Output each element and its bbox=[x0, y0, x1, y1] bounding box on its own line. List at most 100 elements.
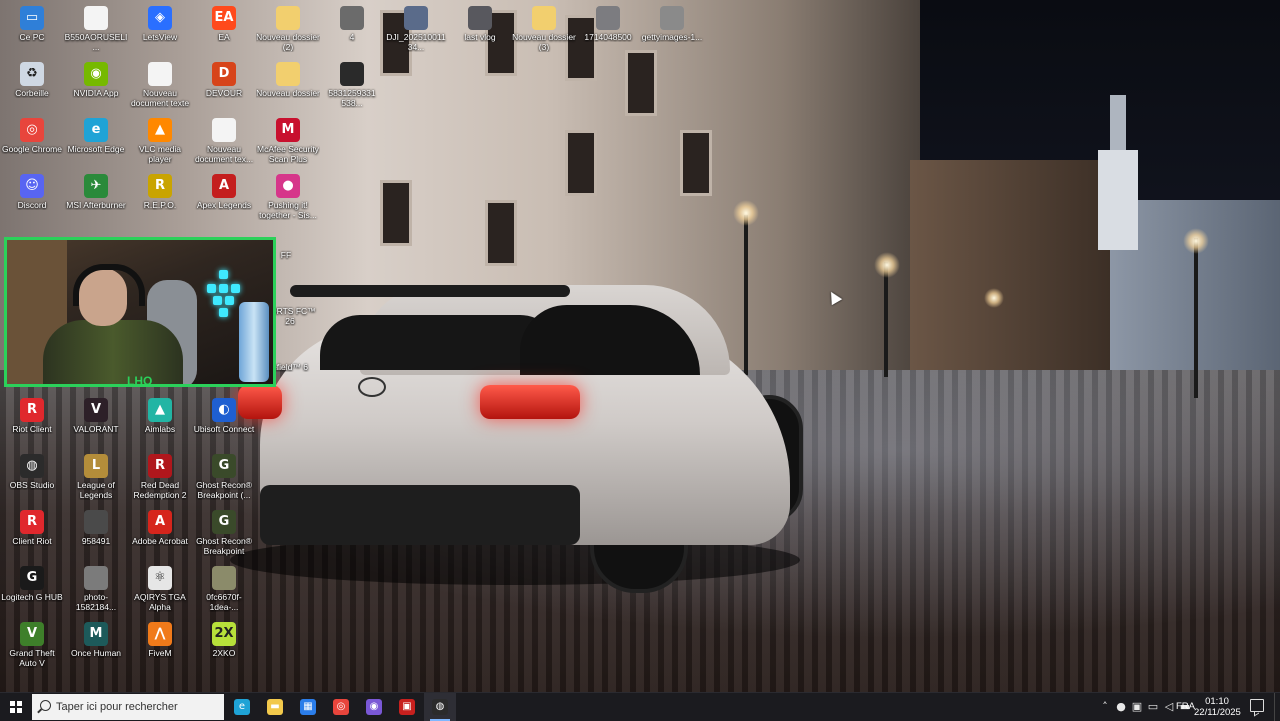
notification-center-icon[interactable] bbox=[1250, 699, 1264, 712]
desktop-icon[interactable]: EA EA bbox=[192, 2, 256, 58]
desktop-icon[interactable]: DJI_20251001134... bbox=[384, 2, 448, 58]
desktop-icon[interactable]: M Once Human bbox=[64, 618, 128, 674]
vlc-icon: ▲ bbox=[148, 118, 172, 142]
edge-icon: e bbox=[234, 699, 250, 715]
video-file-icon bbox=[468, 6, 492, 30]
image-file-icon bbox=[660, 6, 684, 30]
start-button[interactable] bbox=[0, 693, 32, 721]
hex-light-icon bbox=[231, 284, 240, 293]
desktop-icon[interactable]: ♻ Corbeille bbox=[0, 58, 64, 114]
desktop-icon[interactable]: ⚛ AQIRYS TGA Alpha bbox=[128, 562, 192, 618]
desktop-icon[interactable]: photo-1582184... bbox=[64, 562, 128, 618]
hex-light-icon bbox=[213, 296, 222, 305]
folder-icon: ▬ bbox=[267, 699, 283, 715]
desktop-icon[interactable]: D DEVOUR bbox=[192, 58, 256, 114]
desktop-icon[interactable]: G Ghost Recon® Breakpoint (... bbox=[192, 450, 256, 506]
wallpaper-building-right bbox=[910, 160, 1110, 380]
desktop-icon[interactable]: ▭ Ce PC bbox=[0, 2, 64, 58]
desktop-icon[interactable]: ● Pushing it! together - Sis... bbox=[256, 170, 320, 226]
desktop-icon[interactable]: 4 bbox=[320, 2, 384, 58]
desktop-icon[interactable]: V Grand Theft Auto V bbox=[0, 618, 64, 674]
taskbar-app-chrome[interactable]: ◎ bbox=[325, 693, 357, 721]
desktop-icon[interactable]: e Microsoft Edge bbox=[64, 114, 128, 170]
desktop-icon[interactable]: R Riot Client bbox=[0, 394, 64, 450]
desktop-icon-label: Riot Client bbox=[12, 424, 52, 434]
desktop-icon[interactable]: ◐ Ubisoft Connect bbox=[192, 394, 256, 450]
hex-light-icon bbox=[219, 308, 228, 317]
desktop-icon[interactable]: 0fc6670f-1dea-... bbox=[192, 562, 256, 618]
taskbar-app-file-explorer[interactable]: ▬ bbox=[259, 693, 291, 721]
desktop-icon[interactable]: ◉ NVIDIA App bbox=[64, 58, 128, 114]
webcam-logo-tag: LHO bbox=[127, 374, 153, 387]
language-indicator[interactable]: FRA bbox=[1176, 701, 1195, 712]
desktop-icon[interactable]: G Logitech G HUB bbox=[0, 562, 64, 618]
show-desktop-button[interactable] bbox=[1274, 693, 1280, 721]
desktop-icon[interactable]: Nouveau dossier bbox=[256, 58, 320, 114]
chevron-up-icon[interactable]: ˄ bbox=[1098, 700, 1112, 714]
ghost-recon-icon: G bbox=[212, 454, 236, 478]
desktop-icon[interactable]: ▲ Aimlabs bbox=[128, 394, 192, 450]
desktop-icon-label: Client Riot bbox=[12, 536, 52, 546]
desktop-icon-label: gettyimages-1... bbox=[641, 32, 703, 42]
desktop-icon-label: OBS Studio bbox=[9, 480, 55, 490]
taskbar-app-obs[interactable]: ◍ bbox=[424, 693, 456, 721]
desktop-icon[interactable]: A Adobe Acrobat bbox=[128, 506, 192, 562]
document-icon bbox=[84, 6, 108, 30]
taskbar-search-box[interactable] bbox=[32, 694, 224, 720]
desktop-icon-label: Microsoft Edge bbox=[67, 144, 125, 154]
desktop-icon[interactable]: 2X 2XKO bbox=[192, 618, 256, 674]
ubisoft-icon: ◐ bbox=[212, 398, 236, 422]
desktop-icon-label: Grand Theft Auto V bbox=[9, 648, 55, 668]
desktop-icon[interactable]: V VALORANT bbox=[64, 394, 128, 450]
desktop-icon[interactable]: ◎ Google Chrome bbox=[0, 114, 64, 170]
desktop-icon[interactable]: ▲ VLC media player bbox=[128, 114, 192, 170]
taskbar-app-edge[interactable]: e bbox=[226, 693, 258, 721]
desktop-icon[interactable]: G Ghost Recon® Breakpoint bbox=[192, 506, 256, 562]
desktop-icon[interactable]: R Red Dead Redemption 2 bbox=[128, 450, 192, 506]
letsview-icon: ◈ bbox=[148, 6, 172, 30]
microphone-icon[interactable]: ● bbox=[1114, 700, 1128, 714]
desktop-icon[interactable]: gettyimages-1... bbox=[640, 2, 704, 58]
store-icon: ▦ bbox=[300, 699, 316, 715]
desktop-icon-label: Nouveau dossier (2) bbox=[256, 32, 320, 52]
desktop-icon[interactable]: last vlog bbox=[448, 2, 512, 58]
text-file-icon bbox=[148, 62, 172, 86]
hex-light-icon bbox=[225, 296, 234, 305]
desktop-icon[interactable]: Nouveau dossier (3) bbox=[512, 2, 576, 58]
desktop-icon[interactable]: ◍ OBS Studio bbox=[0, 450, 64, 506]
clock-date: 22/11/2025 bbox=[1194, 707, 1241, 718]
webcam-overlay: LHO bbox=[4, 237, 276, 387]
game-icon: ● bbox=[276, 174, 300, 198]
taskbar-app-store[interactable]: ▦ bbox=[292, 693, 324, 721]
image-file-icon bbox=[212, 566, 236, 590]
desktop-icon[interactable]: 958491 bbox=[64, 506, 128, 562]
desktop-icon[interactable]: Nouveau dossier (2) bbox=[256, 2, 320, 58]
desktop-icon[interactable]: 1714048500 bbox=[576, 2, 640, 58]
desktop-icon[interactable]: B550AORUSELI... bbox=[64, 2, 128, 58]
desktop-icon[interactable]: Nouveau document texte bbox=[128, 58, 192, 114]
desktop-icon[interactable]: ✈ MSI Afterburner bbox=[64, 170, 128, 226]
street-lamp-light bbox=[1183, 228, 1209, 254]
desktop-icon-label: 5831259331 538... bbox=[328, 88, 376, 108]
desktop-icon[interactable]: ◈ LetsView bbox=[128, 2, 192, 58]
desktop-icon[interactable]: L League of Legends bbox=[64, 450, 128, 506]
riot-icon: R bbox=[20, 510, 44, 534]
desktop-icon[interactable]: R R.E.P.O. bbox=[128, 170, 192, 226]
desktop-icon[interactable]: ☺ Discord bbox=[0, 170, 64, 226]
search-icon bbox=[40, 700, 51, 711]
rdr2-icon: R bbox=[148, 454, 172, 478]
volume-icon[interactable]: ◁ bbox=[1162, 700, 1176, 714]
desktop-icon[interactable]: M McAfee Security Scan Plus bbox=[256, 114, 320, 170]
desktop-icon[interactable]: ⋀ FiveM bbox=[128, 618, 192, 674]
desktop-icon[interactable]: Nouveau document tex... bbox=[192, 114, 256, 170]
desktop-icon[interactable]: R Client Riot bbox=[0, 506, 64, 562]
stream-app-icon: ▣ bbox=[399, 699, 415, 715]
taskbar-app-obs-stream[interactable]: ▣ bbox=[391, 693, 423, 721]
taskbar-clock[interactable]: 01:10 22/11/2025 bbox=[1194, 696, 1241, 718]
network-icon[interactable]: ▭ bbox=[1146, 700, 1160, 714]
taskbar-app-chrome-profile[interactable]: ◉ bbox=[358, 693, 390, 721]
desktop-icon[interactable]: A Apex Legends bbox=[192, 170, 256, 226]
taskbar-search-input[interactable] bbox=[56, 694, 216, 720]
desktop-icon[interactable]: 5831259331 538... bbox=[320, 58, 384, 114]
network-card-icon[interactable]: ▣ bbox=[1130, 700, 1144, 714]
